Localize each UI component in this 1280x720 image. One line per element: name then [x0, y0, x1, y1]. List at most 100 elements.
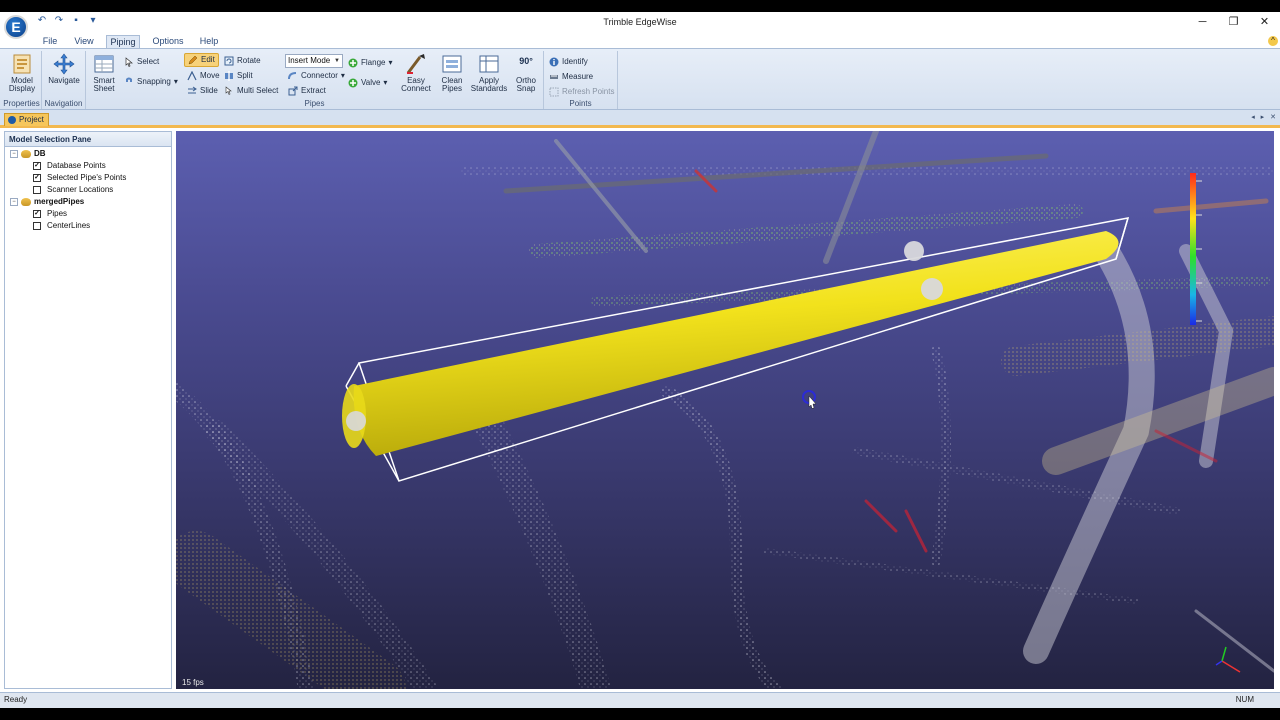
navigate-button[interactable]: Navigate	[46, 53, 82, 97]
tab-file[interactable]: File	[36, 35, 64, 49]
identify-button[interactable]: Identify	[549, 55, 588, 69]
checkbox-database-points[interactable]: ✓	[33, 162, 41, 170]
point-cloud-structure	[176, 131, 1274, 689]
restore-button[interactable]: ❐	[1218, 12, 1249, 32]
status-text: Ready	[4, 695, 28, 704]
ribbon-collapse-icon[interactable]: ^	[1268, 36, 1278, 46]
insert-mode-value: Insert Mode	[288, 56, 331, 65]
tab-options[interactable]: Options	[148, 35, 188, 49]
measure-button[interactable]: Measure	[549, 70, 593, 84]
refresh-points-label: Refresh Points	[562, 87, 615, 96]
model-selection-pane: Model Selection Pane − DB ✓ Database Poi…	[4, 131, 172, 689]
smart-sheet-button[interactable]: Smart Sheet	[86, 53, 122, 97]
close-button[interactable]: ✕	[1249, 12, 1280, 32]
window-controls: ─ ❐ ✕	[1187, 12, 1280, 32]
model-display-icon	[11, 53, 33, 75]
snapping-label: Snapping	[137, 77, 171, 86]
ortho-snap-button[interactable]: 90° Ortho Snap	[508, 53, 544, 97]
tree-item-label: Pipes	[47, 209, 68, 218]
insert-mode-dropdown[interactable]: Insert Mode ▼	[285, 54, 343, 68]
valve-icon	[348, 78, 358, 88]
database-icon	[21, 198, 31, 206]
tree-item-selected-pipes-points[interactable]: ✓ Selected Pipe's Points	[5, 172, 171, 184]
tree-item-database-points[interactable]: ✓ Database Points	[5, 160, 171, 172]
connector-label: Connector	[301, 71, 338, 80]
tab-help[interactable]: Help	[194, 35, 224, 49]
group-label-navigation: Navigation	[44, 99, 83, 108]
tree-item-scanner-locations[interactable]: Scanner Locations	[5, 184, 171, 196]
multi-select-button[interactable]: Multi Select	[224, 84, 278, 98]
valve-label: Valve	[361, 78, 381, 87]
move-icon	[187, 70, 197, 81]
smart-sheet-icon	[93, 53, 115, 75]
pane-title: Model Selection Pane	[5, 132, 171, 147]
collapse-toggle-icon[interactable]: −	[10, 198, 18, 206]
valve-caret-icon[interactable]: ▾	[383, 76, 387, 90]
status-bar: Ready NUM	[0, 692, 1280, 708]
model-display-button[interactable]: Model Display	[4, 53, 40, 97]
3d-viewport[interactable]: 15 fps	[176, 131, 1274, 689]
move-button[interactable]: Move	[187, 69, 220, 83]
app-logo-icon[interactable]: E	[4, 15, 28, 39]
identify-icon	[549, 57, 559, 67]
mouse-cursor-icon	[802, 390, 817, 409]
window-title: Trimble EdgeWise	[603, 17, 677, 27]
collapse-toggle-icon[interactable]: −	[10, 150, 18, 158]
extract-icon	[288, 86, 298, 96]
tree-item-pipes[interactable]: ✓ Pipes	[5, 208, 171, 220]
group-pipes: Smart Sheet Select Snapping ▾ Edit Move	[86, 51, 544, 109]
split-label: Split	[237, 71, 253, 80]
tree-node-mergedpipes[interactable]: − mergedPipes	[5, 196, 171, 208]
split-button[interactable]: Split	[224, 69, 253, 83]
flange-label: Flange	[361, 58, 386, 67]
ribbon-tabs: File View Piping Options Help ^	[0, 34, 1280, 49]
model-display-label: Model Display	[8, 76, 36, 93]
easy-connect-button[interactable]: Easy Connect	[398, 53, 434, 97]
select-button[interactable]: Select	[124, 55, 159, 69]
valve-button[interactable]: Valve ▾	[348, 76, 387, 90]
flange-caret-icon[interactable]: ▾	[388, 56, 392, 70]
snapping-button[interactable]: Snapping ▾	[124, 75, 178, 89]
tab-project[interactable]: Project	[4, 113, 49, 126]
checkbox-pipes[interactable]: ✓	[33, 210, 41, 218]
connector-caret-icon[interactable]: ▾	[341, 69, 345, 83]
pipe-handle	[921, 278, 943, 300]
tree-item-centerlines[interactable]: CenterLines	[5, 220, 171, 232]
extract-button[interactable]: Extract	[288, 84, 326, 98]
tab-view[interactable]: View	[70, 35, 98, 49]
clean-pipes-icon	[441, 53, 463, 75]
checkbox-selected-pipes-points[interactable]: ✓	[33, 174, 41, 182]
tab-piping[interactable]: Piping	[106, 35, 140, 49]
smart-sheet-label: Smart Sheet	[93, 76, 115, 93]
minimize-button[interactable]: ─	[1187, 12, 1218, 32]
edit-icon	[188, 55, 198, 65]
rotate-icon	[224, 56, 234, 66]
split-icon	[224, 71, 234, 81]
group-label-properties: Properties	[3, 99, 40, 108]
snapping-caret-icon[interactable]: ▾	[174, 75, 178, 89]
title-bar: E ↶ ↷ ▪ ▾ Trimble EdgeWise ─ ❐ ✕	[0, 12, 1280, 39]
checkbox-centerlines[interactable]	[33, 222, 41, 230]
checkbox-scanner-locations[interactable]	[33, 186, 41, 194]
rotate-label: Rotate	[237, 56, 261, 65]
tree-item-label: CenterLines	[47, 221, 91, 230]
slide-button[interactable]: Slide	[187, 84, 218, 98]
connector-icon	[288, 71, 298, 81]
connector-button[interactable]: Connector ▾	[288, 69, 345, 83]
navigate-label: Navigate	[48, 76, 80, 85]
edit-button[interactable]: Edit	[184, 53, 219, 67]
tab-project-label: Project	[19, 115, 44, 124]
tree-node-db[interactable]: − DB	[5, 148, 171, 160]
app-window: E ↶ ↷ ▪ ▾ Trimble EdgeWise ─ ❐ ✕ File Vi…	[0, 12, 1280, 708]
multi-select-label: Multi Select	[237, 86, 279, 95]
select-label: Select	[137, 57, 160, 66]
clean-pipes-button[interactable]: Clean Pipes	[434, 53, 470, 97]
ribbon: Model Display Properties Navigate Naviga…	[0, 48, 1280, 110]
group-navigation: Navigate Navigation	[42, 51, 86, 109]
apply-standards-button[interactable]: Apply Standards	[470, 53, 508, 97]
rotate-button[interactable]: Rotate	[224, 54, 261, 68]
refresh-points-button[interactable]: Refresh Points	[549, 85, 614, 99]
flange-button[interactable]: Flange ▾	[348, 56, 392, 70]
document-tab-controls[interactable]: ◂ ▸ ✕	[1251, 113, 1278, 121]
measure-label: Measure	[562, 72, 594, 81]
